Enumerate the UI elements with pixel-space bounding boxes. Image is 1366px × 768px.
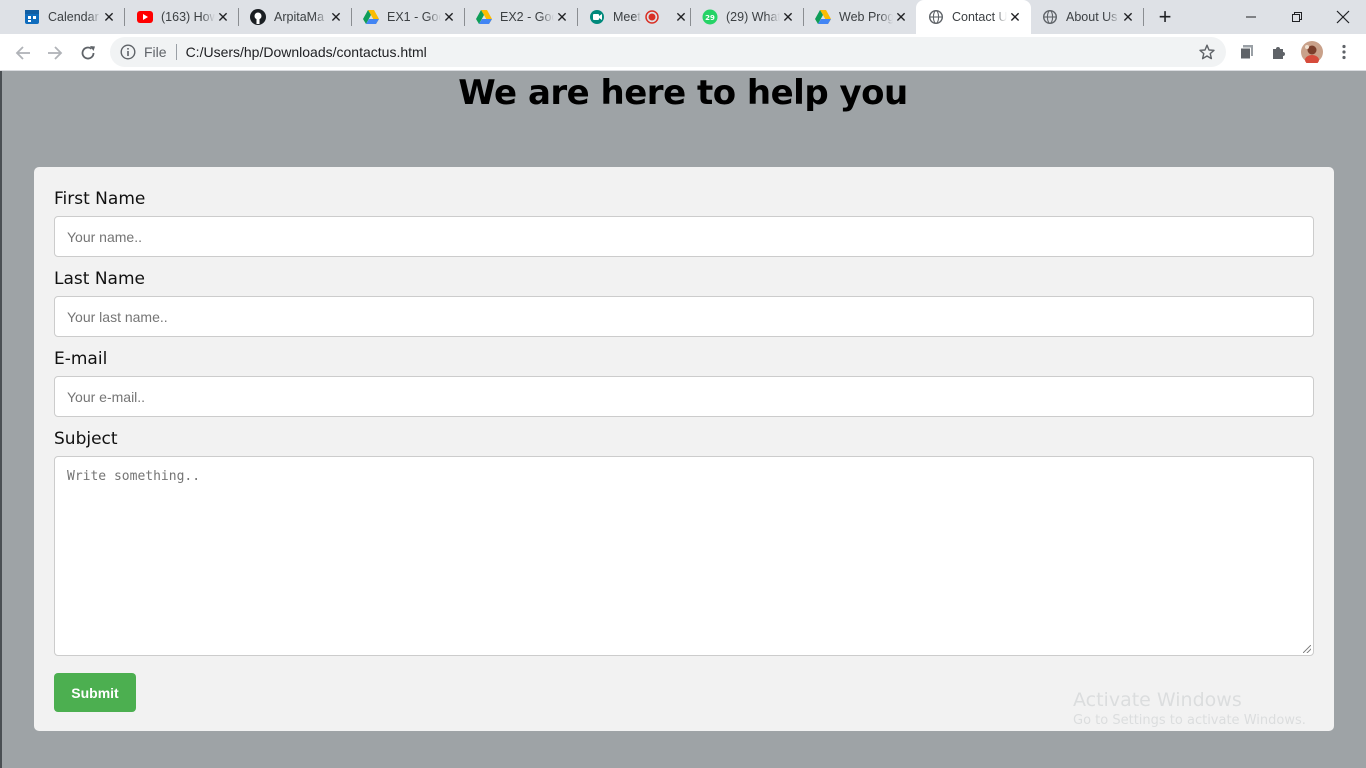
youtube-icon (137, 9, 153, 25)
activate-windows-watermark: Activate Windows Go to Settings to activ… (1073, 689, 1306, 728)
close-icon[interactable]: ✕ (893, 9, 909, 25)
tab-ex2-drive[interactable]: EX2 - Goo ✕ (460, 0, 578, 34)
tab-title: (163) How (161, 10, 215, 24)
tab-meet[interactable]: Meet ✕ (573, 0, 691, 34)
tab-whatsapp[interactable]: 29 (29) What ✕ (686, 0, 804, 34)
google-drive-icon (815, 9, 831, 25)
whatsapp-icon: 29 (702, 9, 718, 25)
tab-separator (1143, 8, 1144, 26)
restore-icon[interactable] (1274, 0, 1320, 34)
last-name-input[interactable]: Your last name.. (54, 296, 1314, 337)
new-tab-plus-icon[interactable]: + (1153, 4, 1177, 29)
tab-about-us[interactable]: About Us ✕ (1030, 0, 1144, 34)
tab-title: (29) What (726, 10, 780, 24)
kebab-menu-icon[interactable] (1334, 42, 1354, 62)
email-label: E-mail (54, 349, 108, 369)
tab-title: ArpitaMa (274, 10, 325, 24)
globe-icon (928, 9, 944, 25)
close-icon[interactable]: ✕ (328, 9, 344, 25)
subject-placeholder: Write something.. (67, 469, 201, 484)
tab-title: About Us (1066, 10, 1118, 24)
browser-tab-strip: Calendar ✕ (163) How ✕ ArpitaMa ✕ EX1 - … (0, 0, 1366, 34)
tab-github[interactable]: ArpitaMa ✕ (234, 0, 352, 34)
reload-icon[interactable] (75, 40, 101, 66)
tab-title: Meet (613, 10, 641, 24)
tab-title: Contact U (952, 10, 1007, 24)
window-close-icon[interactable] (1320, 0, 1366, 34)
subject-label: Subject (54, 429, 118, 449)
google-meet-icon (589, 9, 605, 25)
google-drive-icon (363, 9, 379, 25)
profile-avatar[interactable] (1300, 40, 1324, 64)
resize-grip-icon[interactable] (1303, 645, 1311, 653)
github-icon (250, 9, 266, 25)
close-icon[interactable]: ✕ (554, 9, 570, 25)
close-icon[interactable]: ✕ (101, 9, 117, 25)
address-divider (175, 44, 177, 60)
forward-arrow-icon[interactable] (42, 40, 68, 66)
url-text[interactable]: C:/Users/hp/Downloads/contactus.html (186, 44, 427, 60)
watermark-subtitle: Go to Settings to activate Windows. (1073, 713, 1306, 728)
globe-icon (1042, 9, 1058, 25)
watermark-title: Activate Windows (1073, 689, 1242, 711)
tab-title: EX2 - Goo (500, 10, 554, 24)
close-icon[interactable]: ✕ (1120, 9, 1136, 25)
close-icon[interactable]: ✕ (780, 9, 796, 25)
window-edge (0, 71, 2, 768)
close-icon[interactable]: ✕ (1007, 9, 1023, 25)
tab-title: Calendar (48, 10, 99, 24)
contact-form: First Name Your name.. Last Name Your la… (34, 167, 1334, 731)
tab-calendar[interactable]: Calendar ✕ (8, 0, 125, 34)
close-icon[interactable]: ✕ (441, 9, 457, 25)
scheme-label: File (144, 44, 167, 60)
calendar-icon (24, 9, 40, 25)
minimize-icon[interactable] (1228, 0, 1274, 34)
browser-toolbar: File C:/Users/hp/Downloads/contactus.htm… (0, 34, 1366, 71)
tab-web-prog-drive[interactable]: Web Prog ✕ (799, 0, 917, 34)
email-input[interactable]: Your e-mail.. (54, 376, 1314, 417)
bookmark-star-icon[interactable] (1198, 43, 1216, 61)
tab-title: EX1 - Goo (387, 10, 441, 24)
first-name-label: First Name (54, 189, 146, 209)
tab-contact-us[interactable]: Contact U ✕ (916, 0, 1031, 34)
tab-youtube[interactable]: (163) How ✕ (121, 0, 239, 34)
address-bar[interactable]: File C:/Users/hp/Downloads/contactus.htm… (110, 37, 1226, 67)
back-arrow-icon[interactable] (10, 40, 36, 66)
tab-ex1-drive[interactable]: EX1 - Goo ✕ (347, 0, 465, 34)
page-heading: We are here to help you (458, 73, 908, 113)
tab-search-icon[interactable] (1237, 42, 1257, 62)
tab-title: Web Prog (839, 10, 893, 24)
last-name-label: Last Name (54, 269, 145, 289)
submit-button[interactable]: Submit (54, 673, 136, 712)
recording-icon (645, 10, 659, 24)
whatsapp-badge-count: 29 (705, 14, 715, 22)
extensions-puzzle-icon[interactable] (1269, 42, 1289, 62)
google-drive-icon (476, 9, 492, 25)
first-name-input[interactable]: Your name.. (54, 216, 1314, 257)
subject-textarea[interactable]: Write something.. (54, 456, 1314, 656)
close-icon[interactable]: ✕ (215, 9, 231, 25)
info-icon[interactable] (120, 44, 136, 60)
